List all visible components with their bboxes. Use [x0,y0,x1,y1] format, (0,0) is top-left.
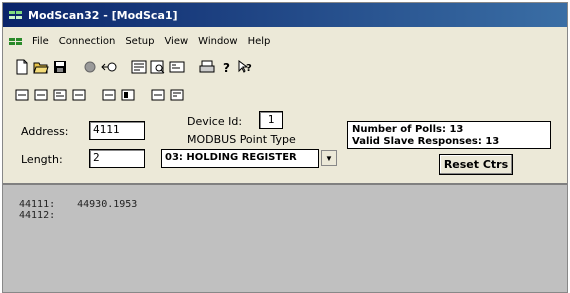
save-icon[interactable] [51,58,69,76]
point-type-label: MODBUS Point Type [187,133,296,146]
display-options-icon[interactable] [130,58,148,76]
menu-bar: File Connection Setup View Window Help [3,31,567,51]
hex-display-icon[interactable] [51,86,69,104]
poll-stats-box: Number of Polls: 13 Valid Slave Response… [347,121,551,149]
svg-text:?: ? [246,63,252,74]
modscan-window: ModScan32 - [ModSca1] File Connection Se… [2,2,568,293]
address-label: Address: [21,125,69,138]
menu-file[interactable]: File [27,36,54,47]
menu-view[interactable]: View [159,36,193,47]
menu-setup[interactable]: Setup [120,36,159,47]
display-toolbar [13,83,186,107]
register-row[interactable]: 44111: 44930.1953 [19,199,137,210]
register-address: 44112: [19,210,56,221]
new-icon[interactable] [13,58,31,76]
svg-text:?: ? [223,61,230,74]
reset-counters-button[interactable]: Reset Ctrs [439,154,513,175]
valid-slave-responses: Valid Slave Responses: 13 [352,136,500,147]
length-input[interactable]: 2 [89,149,145,168]
document-menu-icon[interactable] [9,36,23,46]
help-icon[interactable]: ? [217,58,235,76]
title-bar[interactable]: ModScan32 - [ModSca1] [3,3,567,27]
connection-panel: Address: 4111 Length: 2 Device Id: 1 MOD… [13,111,561,177]
decimal-display-icon[interactable] [32,86,50,104]
binary-display-icon[interactable] [13,86,31,104]
config-icon[interactable] [168,58,186,76]
context-help-icon[interactable]: ? [236,58,254,76]
connect-icon[interactable] [81,58,99,76]
show-traffic-icon[interactable] [149,86,167,104]
modscan-app-icon [9,10,23,20]
print-icon[interactable] [198,58,216,76]
print-preview-icon[interactable] [149,58,167,76]
register-address: 44111: [19,199,56,210]
register-row[interactable]: 44112: [19,210,137,221]
device-id-input[interactable]: 1 [259,111,283,129]
main-toolbar: ? ? [13,55,254,79]
menu-window[interactable]: Window [193,36,242,47]
swapped-float-icon[interactable] [100,86,118,104]
window-title: ModScan32 - [ModSca1] [28,8,178,22]
open-icon[interactable] [32,58,50,76]
chevron-down-icon[interactable]: ▼ [321,150,337,166]
data-log-icon[interactable] [168,86,186,104]
length-label: Length: [21,153,63,166]
address-input[interactable]: 4111 [89,121,145,140]
register-list: 44111: 44930.1953 44112: [19,199,137,221]
disconnect-icon[interactable] [100,58,118,76]
number-of-polls: Number of Polls: 13 [352,124,464,135]
device-id-label: Device Id: [187,115,243,128]
point-type-select[interactable]: 03: HOLDING REGISTER [161,149,319,168]
double-icon[interactable] [119,86,137,104]
data-display-area[interactable]: 44111: 44930.1953 44112: [3,183,567,292]
menu-connection[interactable]: Connection [54,36,121,47]
float-display-icon[interactable] [70,86,88,104]
menu-help[interactable]: Help [243,36,276,47]
register-value: 44930.1953 [77,199,138,210]
